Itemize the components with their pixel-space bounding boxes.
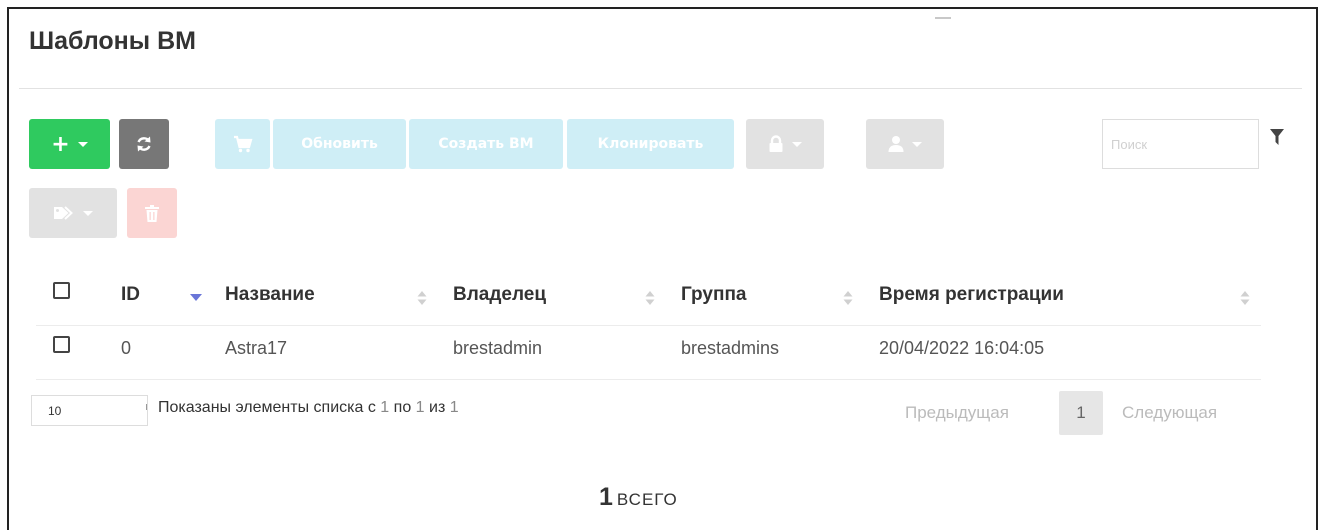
cell-name: Astra17 — [225, 338, 288, 358]
chevron-down-icon — [792, 141, 802, 147]
cell-id: 0 — [121, 338, 132, 358]
pagination-next[interactable]: Следующая — [1122, 403, 1217, 423]
cell-owner: brestadmin — [453, 338, 543, 358]
refresh-button[interactable] — [119, 119, 169, 169]
sort-icon[interactable] — [645, 290, 655, 306]
tag-icon — [54, 206, 73, 220]
clone-button[interactable]: Клонировать — [567, 119, 734, 169]
info-to: 1 — [415, 399, 425, 416]
pagination-previous[interactable]: Предыдущая — [905, 403, 1009, 423]
chevron-down-icon — [83, 210, 93, 216]
chevron-down-icon — [912, 141, 922, 147]
info-of: из — [429, 399, 446, 416]
column-header-id[interactable]: ID — [121, 284, 140, 306]
header-divider-line — [36, 325, 1261, 326]
add-button[interactable]: + — [29, 119, 110, 169]
owner-menu-button[interactable] — [866, 119, 944, 169]
total-count: 1 ВСЕГО — [599, 483, 678, 512]
labels-menu-button[interactable] — [29, 188, 117, 238]
sort-icon[interactable] — [1240, 290, 1250, 306]
user-icon — [888, 136, 904, 152]
column-header-name[interactable]: Название — [225, 284, 315, 306]
info-prefix: Показаны элементы списка с — [158, 399, 376, 416]
info-total: 1 — [449, 399, 459, 416]
trash-icon — [145, 204, 159, 222]
info-from: 1 — [380, 399, 390, 416]
column-header-group[interactable]: Группа — [681, 284, 747, 306]
plus-icon: + — [51, 131, 70, 157]
chevron-down-icon — [77, 141, 88, 147]
refresh-icon — [137, 136, 151, 152]
pagination-current-page[interactable]: 1 — [1059, 391, 1103, 435]
filter-icon[interactable] — [1270, 129, 1284, 145]
lock-menu-button[interactable] — [746, 119, 824, 169]
templates-panel — [7, 7, 1318, 530]
cell-registration-time: 20/04/2022 16:04:05 — [879, 338, 1045, 358]
total-label: ВСЕГО — [616, 490, 678, 509]
sort-icon[interactable] — [843, 290, 853, 306]
header-divider — [19, 88, 1302, 89]
cell-group: brestadmins — [681, 338, 780, 358]
info-by: по — [393, 399, 412, 416]
create-vm-button[interactable]: Создать ВМ — [409, 119, 563, 169]
row-checkbox[interactable] — [53, 336, 70, 353]
list-info: Показаны элементы списка с 1 по 1 из 1 — [158, 399, 459, 417]
marketplace-button[interactable] — [215, 119, 270, 169]
sort-desc-icon[interactable] — [190, 292, 202, 302]
top-divider-mark — [935, 17, 951, 19]
total-number: 1 — [599, 483, 613, 511]
sort-icon[interactable] — [417, 290, 427, 306]
select-all-checkbox[interactable] — [53, 282, 70, 299]
cart-icon — [233, 135, 252, 153]
column-header-owner[interactable]: Владелец — [453, 284, 546, 306]
select-arrow-icon — [146, 404, 147, 410]
lock-icon — [769, 135, 783, 152]
search-input[interactable] — [1102, 119, 1259, 169]
column-header-registration-time[interactable]: Время регистрации — [879, 284, 1064, 306]
update-button[interactable]: Обновить — [273, 119, 406, 169]
row-divider-line — [36, 379, 1261, 380]
delete-button[interactable] — [127, 188, 177, 238]
page-title: Шаблоны ВМ — [29, 27, 196, 55]
page-length-select[interactable]: 10 — [31, 395, 148, 426]
